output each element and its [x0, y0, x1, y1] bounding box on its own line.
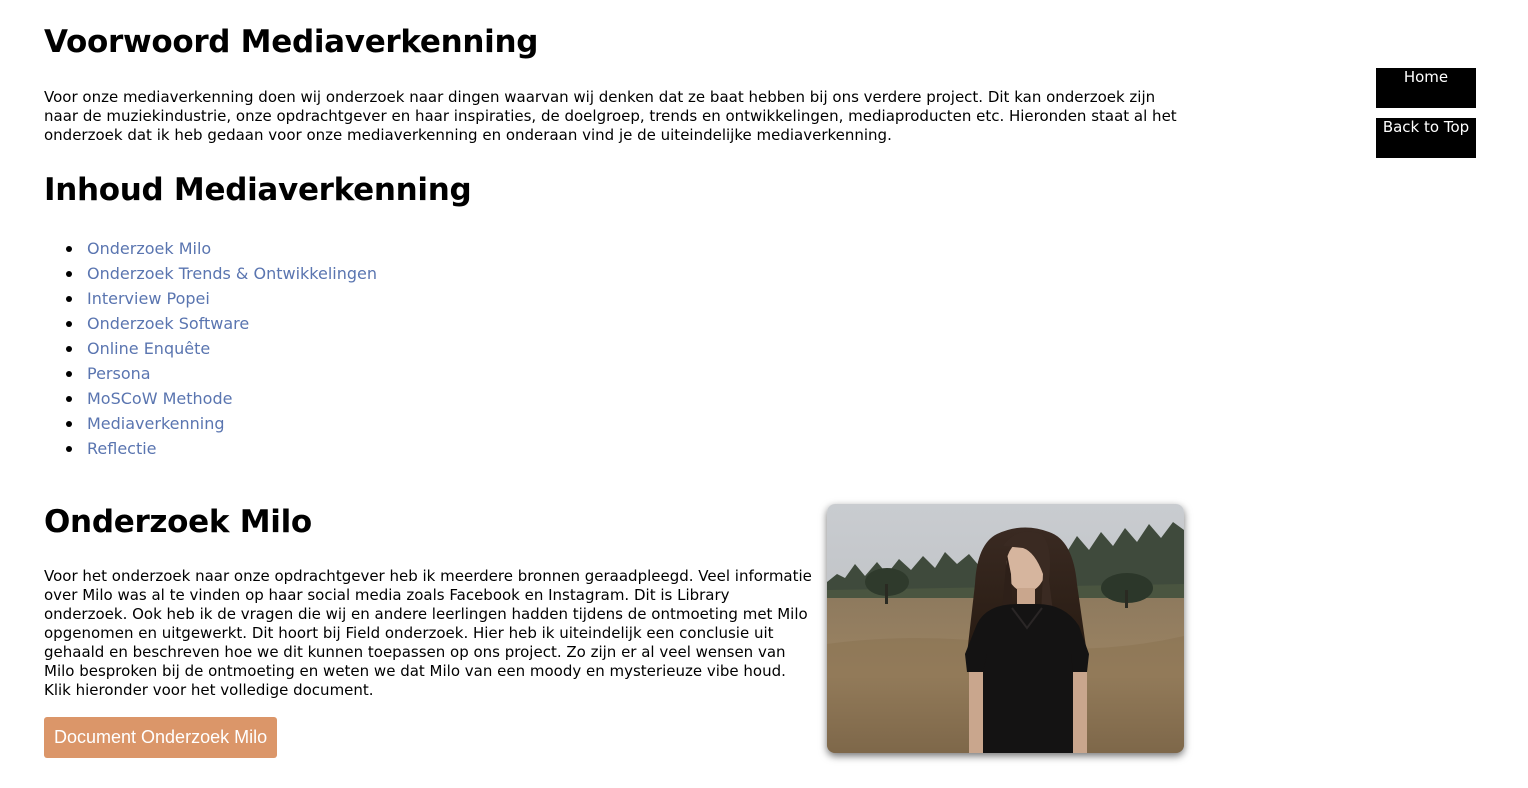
contents-heading: Inhoud Mediaverkenning	[44, 172, 472, 208]
list-item: Mediaverkenning	[66, 411, 377, 436]
list-item: Reflectie	[66, 436, 377, 461]
list-item: Onderzoek Trends & Ontwikkelingen	[66, 261, 377, 286]
milo-paragraph: Voor het onderzoek naar onze opdrachtgev…	[44, 567, 812, 699]
milo-photo	[827, 504, 1184, 753]
document-onderzoek-milo-button[interactable]: Document Onderzoek Milo	[44, 717, 278, 758]
back-to-top-button[interactable]: Back to Top	[1376, 118, 1476, 158]
list-item: Persona	[66, 361, 377, 386]
toc-link-moscow[interactable]: MoSCoW Methode	[87, 389, 232, 408]
intro-paragraph: Voor onze mediaverkenning doen wij onder…	[44, 88, 1177, 144]
list-item: Onderzoek Milo	[66, 236, 377, 261]
toc-link-enquete[interactable]: Online Enquête	[87, 339, 210, 358]
toc-link-trends[interactable]: Onderzoek Trends & Ontwikkelingen	[87, 264, 377, 283]
contents-list: Onderzoek Milo Onderzoek Trends & Ontwik…	[44, 236, 377, 461]
toc-link-interview-popei[interactable]: Interview Popei	[87, 289, 210, 308]
toc-link-reflectie[interactable]: Reflectie	[87, 439, 157, 458]
toc-link-software[interactable]: Onderzoek Software	[87, 314, 249, 333]
section-heading-milo: Onderzoek Milo	[44, 504, 312, 540]
page-title: Voorwoord Mediaverkenning	[44, 24, 539, 60]
list-item: Online Enquête	[66, 336, 377, 361]
list-item: Onderzoek Software	[66, 311, 377, 336]
toc-link-onderzoek-milo[interactable]: Onderzoek Milo	[87, 239, 211, 258]
list-item: MoSCoW Methode	[66, 386, 377, 411]
home-button[interactable]: Home	[1376, 68, 1476, 108]
toc-link-persona[interactable]: Persona	[87, 364, 151, 383]
toc-link-mediaverkenning[interactable]: Mediaverkenning	[87, 414, 225, 433]
list-item: Interview Popei	[66, 286, 377, 311]
side-navigation: Home Back to Top	[1376, 68, 1476, 168]
